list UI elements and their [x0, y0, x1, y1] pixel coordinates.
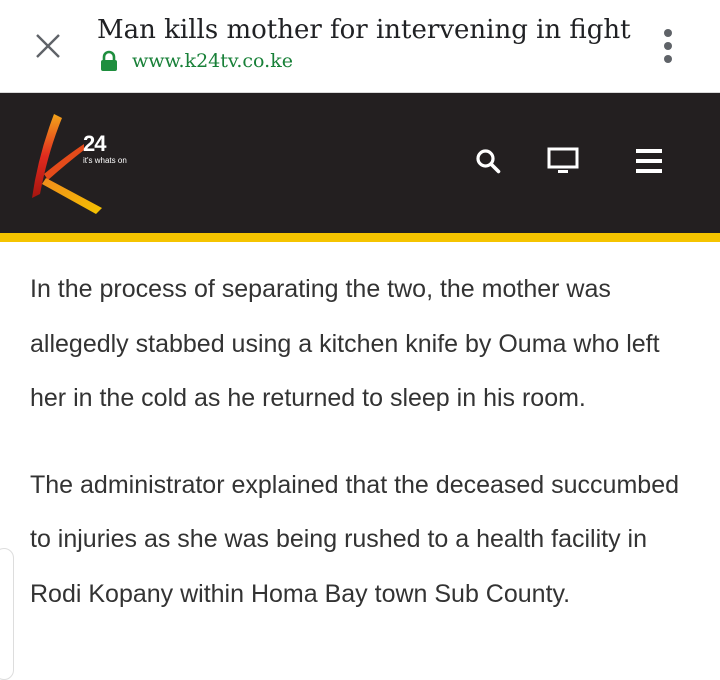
side-edge-handle[interactable]: [0, 548, 14, 680]
article-body: In the process of separating the two, th…: [30, 262, 690, 653]
header-accent-strip: [0, 233, 720, 242]
article-paragraph: In the process of separating the two, th…: [30, 275, 660, 412]
more-vert-icon: [664, 29, 672, 63]
hamburger-menu-icon: [636, 149, 662, 173]
page-title: Man kills mother for intervening in figh…: [97, 15, 631, 45]
search-button[interactable]: [470, 143, 506, 179]
logo-tagline: it's whats on: [83, 156, 127, 165]
tv-button[interactable]: [545, 143, 581, 179]
close-icon: [36, 34, 60, 58]
menu-button[interactable]: [631, 143, 667, 179]
logo-wordmark: 24 it's whats on: [83, 133, 127, 166]
lock-icon: [101, 50, 117, 71]
search-icon: [476, 149, 501, 174]
more-options-button[interactable]: [650, 26, 686, 66]
tv-icon: [547, 147, 579, 173]
logo-number: 24: [83, 131, 106, 156]
browser-toolbar: Man kills mother for intervening in figh…: [0, 0, 720, 93]
article-paragraph: The administrator explained that the dec…: [30, 470, 679, 608]
url-bar[interactable]: www.k24tv.co.ke: [98, 50, 293, 72]
url-text: www.k24tv.co.ke: [132, 50, 293, 72]
close-button[interactable]: [28, 26, 68, 66]
